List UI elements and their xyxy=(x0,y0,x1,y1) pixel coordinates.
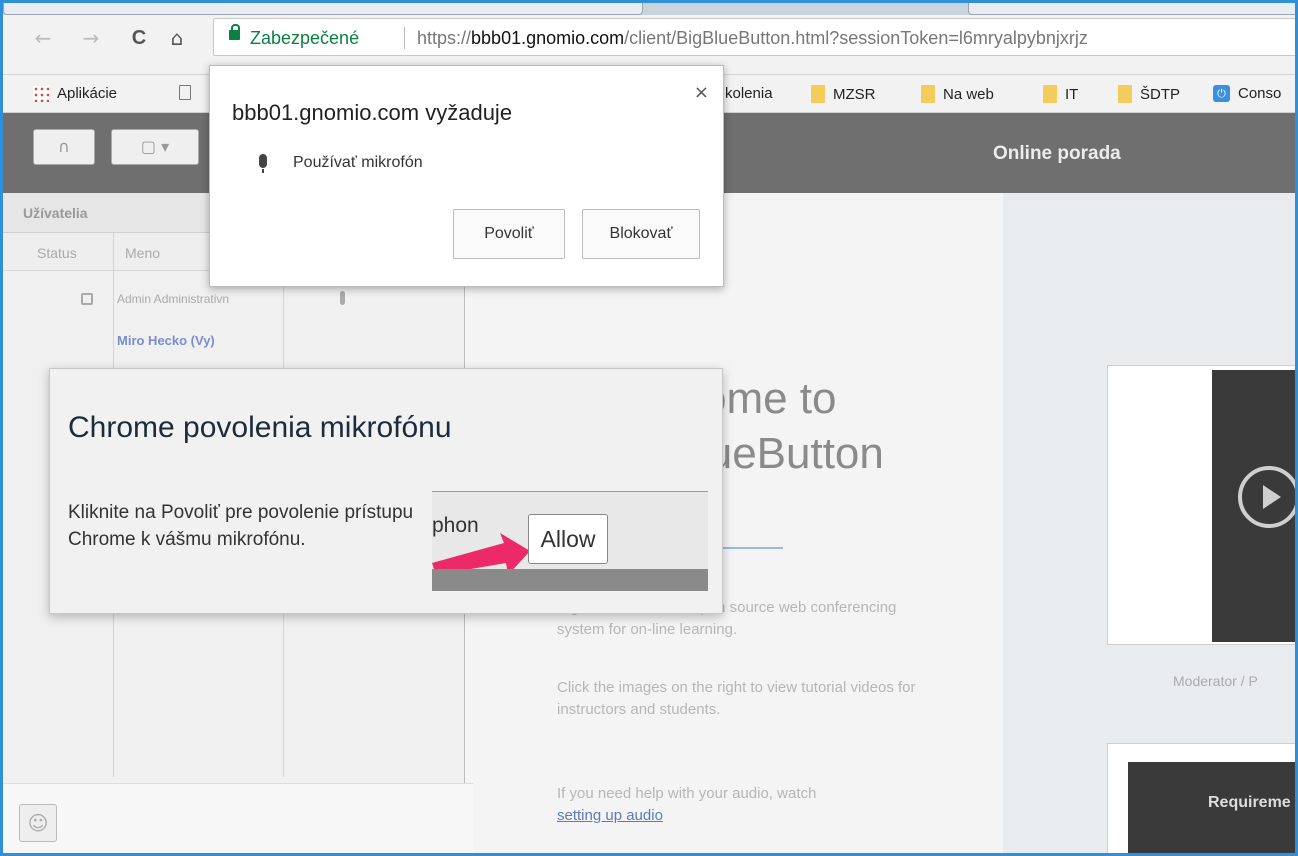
folder-icon xyxy=(1118,85,1132,103)
users-footer: ☺ xyxy=(3,783,473,853)
bookmark-label: Na web xyxy=(943,85,994,103)
browser-tab[interactable] xyxy=(3,3,643,15)
browser-tab[interactable] xyxy=(968,3,1295,15)
apps-icon xyxy=(33,85,49,102)
url-path: /client/BigBlueButton.html?sessionToken=… xyxy=(624,28,1088,48)
permission-title: bbb01.gnomio.com vyžaduje xyxy=(232,100,513,125)
play-icon xyxy=(1238,466,1295,528)
instruction-screenshot: phon Allow xyxy=(432,491,708,591)
user-name[interactable]: Admin Administrativn xyxy=(117,292,229,306)
folder-icon xyxy=(811,85,825,103)
column-status[interactable]: Status xyxy=(37,245,77,261)
bookmark-folder[interactable]: Na web xyxy=(921,85,994,103)
tab-strip xyxy=(3,3,1295,15)
url-host: bbb01.gnomio.com xyxy=(471,28,625,48)
bookmark-folder[interactable]: MZSR xyxy=(811,85,876,103)
secure-label: Zabezpečené xyxy=(250,28,360,48)
presenter-icon xyxy=(81,293,93,305)
lock-icon xyxy=(229,24,240,40)
allow-button-example: Allow xyxy=(528,514,608,564)
page-icon xyxy=(179,85,191,100)
permission-request: Používať mikrofón xyxy=(293,154,423,171)
permission-popup: bbb01.gnomio.com vyžaduje × Používať mik… xyxy=(209,65,724,287)
user-name[interactable]: Miro Hecko (Vy) xyxy=(117,333,215,348)
back-icon[interactable]: ← xyxy=(31,26,55,50)
forward-icon[interactable]: → xyxy=(79,26,103,50)
bookmark-label: kolenia xyxy=(725,85,773,102)
separator xyxy=(404,27,405,49)
bookmark-page[interactable] xyxy=(179,85,191,100)
close-icon[interactable]: × xyxy=(694,82,709,103)
instruction-text: Kliknite na Povoliť pre povolenie prístu… xyxy=(68,502,414,550)
settings-icon[interactable]: ☺ xyxy=(19,804,57,842)
meeting-title: Online porada xyxy=(993,143,1121,164)
thumbnail-caption: Moderator / P xyxy=(1173,673,1258,689)
tutorial-thumbnails: Moderator / P Requireme xyxy=(1003,193,1295,853)
tutorial-thumbnail[interactable]: Requireme xyxy=(1107,743,1295,853)
folder-icon xyxy=(921,85,935,103)
bookmark-conso[interactable]: ⏻ Conso xyxy=(1213,85,1281,102)
toolbar-strip xyxy=(432,569,708,591)
address-bar[interactable]: Zabezpečené https://bbb01.gnomio.com/cli… xyxy=(213,18,1295,56)
instruction-overlay: Chrome povolenia mikrofónu Kliknite na P… xyxy=(49,368,723,614)
bookmark-label: ŠDTP xyxy=(1140,85,1181,103)
mic-icon xyxy=(340,291,345,305)
bookmark-label: IT xyxy=(1065,85,1079,103)
url-scheme: https:// xyxy=(417,28,472,48)
headset-icon[interactable]: ∩ xyxy=(33,129,95,165)
microphone-icon xyxy=(259,154,267,173)
bookmark-folder[interactable]: kolenia xyxy=(725,85,773,102)
bookmark-label: MZSR xyxy=(833,85,876,103)
bookmark-folder[interactable]: ŠDTP xyxy=(1118,85,1180,103)
thumbnail-label: Requireme xyxy=(1208,794,1291,811)
allow-button[interactable]: Povoliť xyxy=(453,209,565,259)
bookmark-label: Conso xyxy=(1238,85,1282,102)
column-name[interactable]: Meno xyxy=(125,245,160,261)
folder-icon xyxy=(1043,85,1057,103)
welcome-audio-text: If you need help with your audio, watch xyxy=(557,785,817,802)
welcome-paragraph: Click the images on the right to view tu… xyxy=(557,679,916,718)
webcam-icon[interactable]: ▢ ▾ xyxy=(111,129,199,165)
screenshot-frame: ← → C ⌂ Zabezpečené https://bbb01.gnomio… xyxy=(0,0,1298,856)
url-text[interactable]: https://bbb01.gnomio.com/client/BigBlueB… xyxy=(417,28,1088,49)
divider xyxy=(713,547,783,549)
home-icon[interactable]: ⌂ xyxy=(165,26,189,50)
setting-up-audio-link[interactable]: setting up audio xyxy=(557,807,663,824)
instruction-title: Chrome povolenia mikrofónu xyxy=(68,411,452,444)
tutorial-thumbnail[interactable] xyxy=(1107,365,1295,645)
reload-icon[interactable]: C xyxy=(127,26,151,50)
bookmark-folder[interactable]: IT xyxy=(1043,85,1078,103)
bookmark-apps[interactable]: Aplikácie xyxy=(33,85,117,102)
bookmark-label: Aplikácie xyxy=(57,85,118,102)
power-icon: ⏻ xyxy=(1213,85,1230,102)
block-button[interactable]: Blokovať xyxy=(582,209,700,259)
welcome-paragraph: If you need help with your audio, watch … xyxy=(557,783,937,827)
